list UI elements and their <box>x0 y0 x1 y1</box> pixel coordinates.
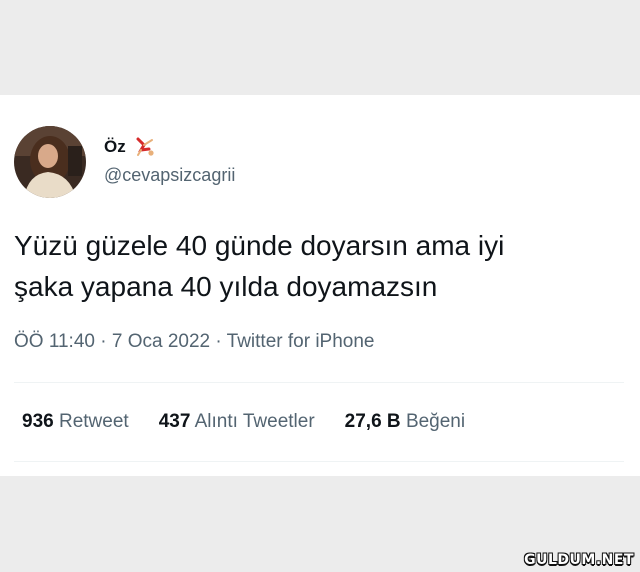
cartwheel-person-icon <box>134 136 156 158</box>
quote-count: 437 <box>158 411 191 432</box>
retweet-count: 936 <box>22 411 54 432</box>
avatar[interactable] <box>14 126 86 198</box>
retweet-stat[interactable]: 936 Retweet <box>22 411 129 433</box>
display-name[interactable]: Öz <box>104 137 126 157</box>
author-name-row: Öz <box>104 135 156 159</box>
divider-bottom <box>14 461 624 462</box>
divider-top <box>14 382 624 383</box>
like-stat[interactable]: 27,6 B Beğeni <box>345 411 465 433</box>
like-count: 27,6 B <box>344 411 401 432</box>
tweet-text-line-2: şaka yapana 40 yılda doyamazsın <box>14 271 438 302</box>
quote-stat[interactable]: 437 Alıntı Tweetler <box>159 411 315 433</box>
like-label: Beğeni <box>405 411 466 432</box>
tweet-text: Yüzü güzele 40 günde doyarsın ama iyi şa… <box>14 225 614 307</box>
quote-label: Alıntı Tweetler <box>194 411 315 432</box>
tweet-card: Öz @cevapsizcagrii Yüzü güzele 40 günde … <box>0 95 640 476</box>
engagement-stats: 936 Retweet 437 Alıntı Tweetler 27,6 B B… <box>22 411 495 433</box>
watermark-logo: GULDUM.NET <box>524 552 634 568</box>
user-handle[interactable]: @cevapsizcagrii <box>104 165 235 186</box>
retweet-label: Retweet <box>58 411 129 432</box>
tweet-text-line-1: Yüzü güzele 40 günde doyarsın ama iyi <box>14 230 505 261</box>
avatar-image <box>14 126 86 198</box>
tweet-timestamp[interactable]: ÖÖ 11:40 · 7 Oca 2022 · Twitter for iPho… <box>14 331 374 353</box>
